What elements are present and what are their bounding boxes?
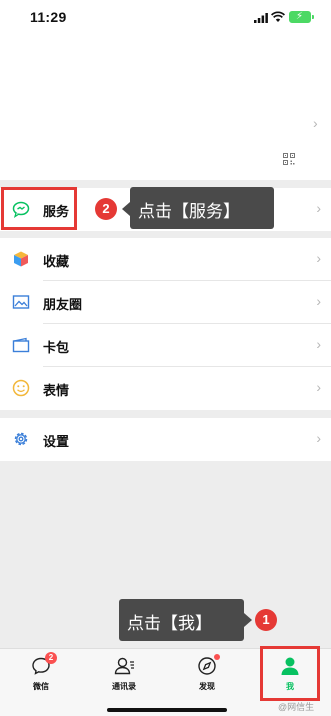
wifi-icon (271, 11, 285, 22)
menu-item-cards[interactable]: 卡包 › (0, 324, 331, 367)
unread-badge: 2 (45, 652, 57, 664)
menu-item-label: 收藏 (43, 254, 70, 269)
gear-icon (14, 432, 28, 446)
menu-item-settings[interactable]: 设置 › (0, 418, 331, 461)
callout-pointer (122, 202, 130, 216)
tab-label: 通讯录 (112, 682, 136, 691)
menu-item-label: 卡包 (43, 340, 70, 355)
wallet-icon (12, 337, 30, 353)
chevron-right-icon: › (316, 336, 321, 352)
menu-item-stickers[interactable]: 表情 › (0, 367, 331, 410)
tab-contacts[interactable]: 通讯录 (94, 649, 154, 697)
status-time: 11:29 (30, 9, 67, 25)
menu-item-favorites[interactable]: 收藏 › (0, 238, 331, 281)
battery-icon: ⚡ (289, 11, 314, 23)
tab-label: 发现 (199, 682, 215, 691)
highlight-services (1, 187, 77, 230)
new-dot-badge (214, 654, 220, 660)
chevron-right-icon: › (316, 293, 321, 309)
menu-item-label: 表情 (43, 383, 70, 398)
chevron-right-icon: › (316, 379, 321, 395)
chevron-right-icon: › (316, 200, 321, 216)
profile-header[interactable]: › (0, 36, 331, 180)
tab-label: 微信 (33, 682, 49, 691)
callout-pointer (244, 613, 252, 627)
step-1-badge: 1 (255, 609, 277, 631)
menu-item-moments[interactable]: 朋友圈 › (0, 281, 331, 324)
tab-chats[interactable]: 2 微信 (11, 649, 71, 697)
signal-icon (254, 13, 268, 23)
menu-item-label: 设置 (43, 434, 70, 449)
home-indicator (107, 708, 227, 712)
chevron-right-icon: › (316, 250, 321, 266)
callout-step-1: 点击【我】 (119, 599, 244, 641)
qr-code-icon[interactable] (283, 153, 295, 165)
chevron-right-icon: › (316, 430, 321, 446)
contacts-icon (114, 657, 134, 675)
cube-icon (14, 251, 28, 267)
callout-step-2: 点击【服务】 (130, 187, 274, 229)
watermark: @网信生 (278, 702, 315, 712)
menu-item-label: 朋友圈 (43, 297, 83, 312)
chevron-right-icon: › (313, 115, 318, 131)
status-bar: 11:29 ⚡ (0, 0, 331, 36)
tab-discover[interactable]: 发现 (177, 649, 237, 697)
step-2-badge: 2 (95, 198, 117, 220)
image-icon (12, 295, 30, 309)
smiley-icon (12, 379, 30, 397)
highlight-me-tab (260, 646, 320, 701)
